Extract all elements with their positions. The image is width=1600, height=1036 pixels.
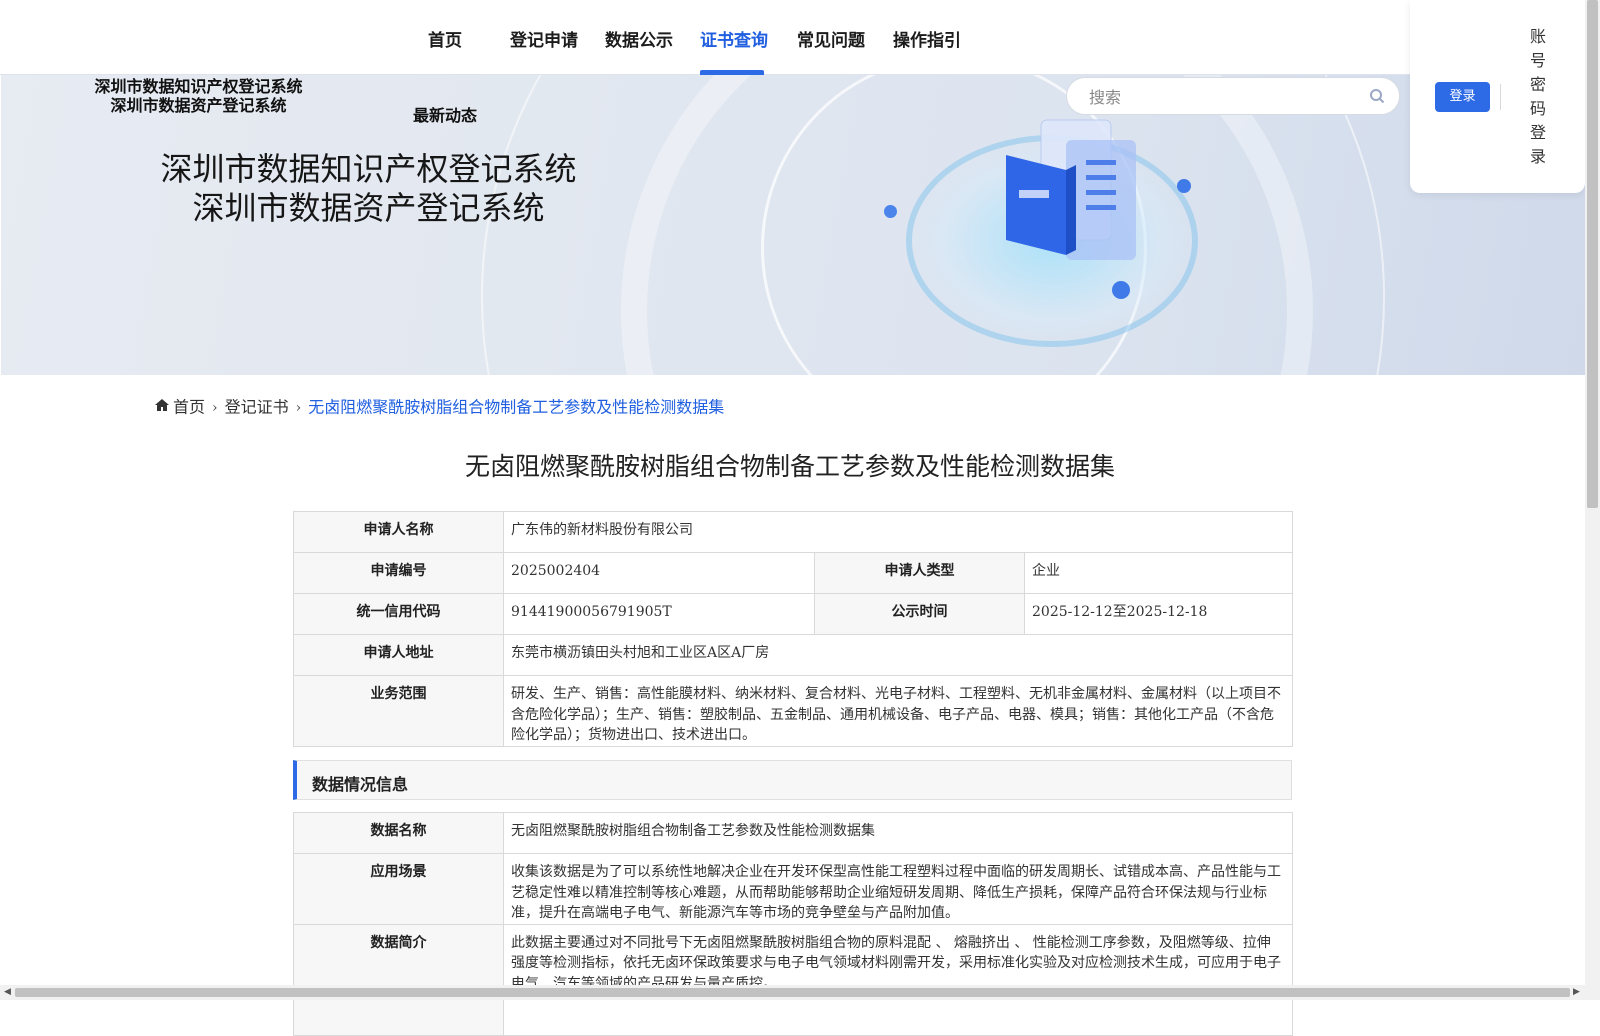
applicant-name-label: 申请人名称 [293, 511, 504, 553]
banner-title: 深圳市数据知识产权登记系统 深圳市数据资产登记系统 [160, 150, 577, 227]
table-row: 统一信用代码 91441900056791905T 公示时间 2025-12-1… [293, 593, 1294, 635]
data-intro-value: 此数据主要通过对不同批号下无卤阻燃聚酰胺树脂组合物的原料混配 、 熔融挤出 、 … [503, 923, 1293, 995]
search-input[interactable] [1087, 84, 1361, 110]
nav-register-apply[interactable]: 登记申请 [510, 26, 578, 51]
nav-data-publicity[interactable]: 数据公示 [605, 26, 673, 51]
scroll-left-icon[interactable]: ◀ [4, 987, 11, 997]
data-info-section-header: 数据情况信息 [293, 760, 1292, 800]
table-row: 业务范围 研发、生产、销售：高性能膜材料、纳米材料、复合材料、光电子材料、工程塑… [293, 675, 1294, 747]
applicant-type-label: 申请人类型 [814, 552, 1025, 594]
chevron-right-icon: › [295, 399, 302, 416]
horizontal-scrollbar-thumb[interactable] [15, 988, 1570, 997]
credit-code-value: 91441900056791905T [503, 593, 815, 635]
data-intro-label: 数据简介 [293, 923, 504, 995]
table-row: 申请人名称 广东伟的新材料股份有限公司 [293, 511, 1294, 553]
applicant-info-table: 申请人名称 广东伟的新材料股份有限公司 申请编号 2025002404 申请人类… [293, 511, 1294, 747]
search-box [1066, 77, 1400, 115]
table-row: 应用场景 收集该数据是为了可以系统性地解决企业在开发环保型高性能工程塑料过程中面… [293, 853, 1293, 925]
application-number-value: 2025002404 [503, 552, 815, 594]
banner-dot-decoration [884, 205, 897, 218]
table-row: 数据简介 此数据主要通过对不同批号下无卤阻燃聚酰胺树脂组合物的原料混配 、 熔融… [293, 923, 1293, 995]
breadcrumb-home[interactable]: 首页 [173, 398, 205, 417]
section-title: 数据情况信息 [312, 775, 409, 794]
breadcrumb-current[interactable]: 无卤阻燃聚酰胺树脂组合物制备工艺参数及性能检测数据集 [308, 398, 724, 417]
nav-certificate-query[interactable]: 证书查询 [700, 26, 768, 51]
table-row: 数据名称 无卤阻燃聚酰胺树脂组合物制备工艺参数及性能检测数据集 [293, 812, 1293, 854]
nav-home[interactable]: 首页 [428, 26, 462, 51]
login-panel: 登录 账号密码登录 [1410, 0, 1585, 193]
table-row: 申请编号 2025002404 申请人类型 企业 [293, 552, 1294, 594]
application-scenario-value: 收集该数据是为了可以系统性地解决企业在开发环保型高性能工程塑料过程中面临的研发周… [503, 853, 1293, 925]
search-icon[interactable] [1369, 88, 1385, 104]
data-name-label: 数据名称 [293, 812, 504, 854]
vertical-scrollbar[interactable] [1585, 0, 1600, 1000]
login-divider [1500, 84, 1501, 110]
login-button[interactable]: 登录 [1435, 82, 1490, 112]
vertical-scrollbar-thumb[interactable] [1587, 0, 1598, 508]
applicant-type-value: 企业 [1023, 552, 1294, 594]
application-scenario-label: 应用场景 [293, 853, 504, 925]
publicity-time-value: 2025-12-12至2025-12-18 [1023, 593, 1294, 635]
breadcrumb: 首页 › 登记证书 › 无卤阻燃聚酰胺树脂组合物制备工艺参数及性能检测数据集 [155, 397, 724, 419]
horizontal-scrollbar[interactable]: ◀ ▶ [0, 985, 1585, 1000]
applicant-name-value: 广东伟的新材料股份有限公司 [502, 511, 1294, 553]
site-logo-title[interactable]: 深圳市数据知识产权登记系统 深圳市数据资产登记系统 [81, 77, 316, 115]
banner-dot-decoration [1177, 179, 1191, 193]
account-password-login-link[interactable]: 账号密码登录 [1530, 25, 1550, 169]
top-nav: 首页 登记申请 数据公示 证书查询 常见问题 操作指引 [0, 0, 1585, 75]
nav-guide[interactable]: 操作指引 [893, 26, 961, 51]
applicant-address-value: 东莞市横沥镇田头村旭和工业区A区A厂房 [502, 634, 1294, 676]
table-row [293, 994, 1293, 1036]
data-name-value: 无卤阻燃聚酰胺树脂组合物制备工艺参数及性能检测数据集 [503, 812, 1293, 854]
publicity-time-label: 公示时间 [814, 593, 1025, 635]
data-info-table: 数据名称 无卤阻燃聚酰胺树脂组合物制备工艺参数及性能检测数据集 应用场景 收集该… [293, 812, 1293, 1036]
nav-faq[interactable]: 常见问题 [797, 26, 865, 51]
business-scope-value: 研发、生产、销售：高性能膜材料、纳米材料、复合材料、光电子材料、工程塑料、无机非… [502, 675, 1294, 747]
home-icon [155, 399, 169, 411]
applicant-address-label: 申请人地址 [293, 634, 504, 676]
breadcrumb-certificates[interactable]: 登记证书 [225, 398, 289, 417]
page-title: 无卤阻燃聚酰胺树脂组合物制备工艺参数及性能检测数据集 [464, 452, 1115, 481]
latest-news-link[interactable]: 最新动态 [413, 102, 477, 126]
application-number-label: 申请编号 [293, 552, 504, 594]
chevron-right-icon: › [212, 399, 218, 416]
scroll-right-icon[interactable]: ▶ [1573, 987, 1580, 997]
document-illustration-icon [1006, 119, 1136, 299]
credit-code-label: 统一信用代码 [293, 593, 504, 635]
hero-banner: 深圳市数据知识产权登记系统 深圳市数据资产登记系统 最新动态 深圳市数据知识产权… [1, 75, 1585, 375]
business-scope-label: 业务范围 [293, 675, 504, 747]
table-row: 申请人地址 东莞市横沥镇田头村旭和工业区A区A厂房 [293, 634, 1294, 676]
